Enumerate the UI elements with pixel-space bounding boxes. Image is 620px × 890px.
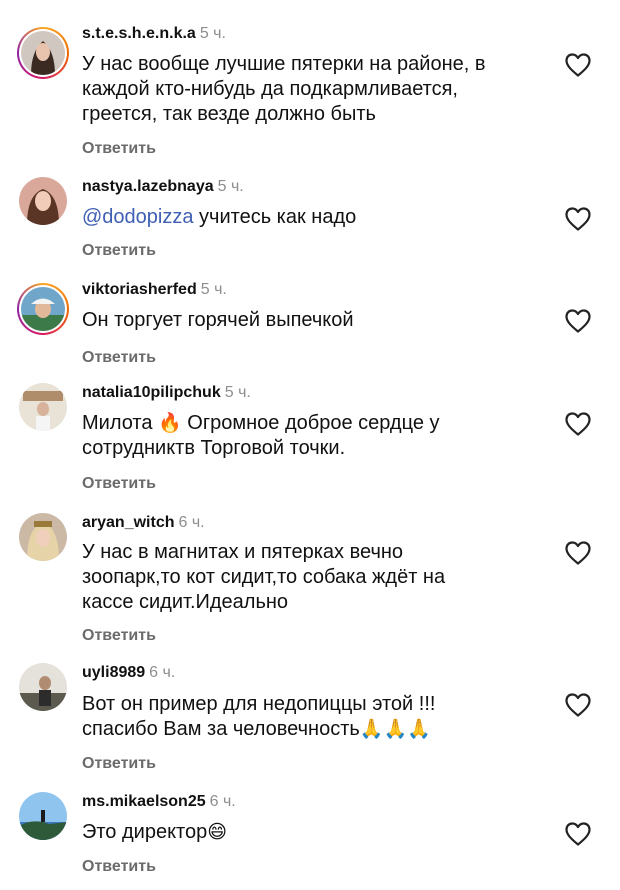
heart-icon[interactable] <box>564 821 592 847</box>
comment-meta: uyli8989 6 ч. <box>82 663 175 683</box>
avatar <box>21 31 65 75</box>
reply-button[interactable]: Ответить <box>82 348 156 368</box>
username[interactable]: viktoriasherfed <box>82 281 197 298</box>
username[interactable]: natalia10pilipchuk <box>82 384 221 401</box>
heart-icon[interactable] <box>564 692 592 718</box>
heart-icon[interactable] <box>564 52 592 78</box>
timestamp: 5 ч. <box>224 384 251 401</box>
avatar <box>19 177 67 225</box>
reply-button[interactable]: Ответить <box>82 754 156 774</box>
comment-meta: viktoriasherfed 5 ч. <box>82 280 227 300</box>
pray-emoji-icon: 🙏🙏🙏 <box>359 718 431 740</box>
mention-link[interactable]: @dodopizza <box>82 206 193 228</box>
username[interactable]: aryan_witch <box>82 514 174 531</box>
username[interactable]: s.t.e.s.h.e.n.k.a <box>82 25 196 42</box>
story-ring[interactable] <box>17 283 69 335</box>
reply-button[interactable]: Ответить <box>82 857 156 877</box>
comment-meta: natalia10pilipchuk 5 ч. <box>82 383 251 403</box>
comment-text: Милота 🔥 Огромное доброе сердце у сотруд… <box>82 411 552 461</box>
timestamp: 6 ч. <box>149 664 176 681</box>
comment-meta: ms.mikaelson25 6 ч. <box>82 792 236 812</box>
timestamp: 5 ч. <box>200 281 227 298</box>
timestamp: 6 ч. <box>178 514 205 531</box>
comment-text: У нас в магнитах и пятерках вечно зоопар… <box>82 541 446 613</box>
comment-text: У нас вообще лучшие пятерки на районе, в… <box>82 53 486 125</box>
story-ring[interactable] <box>17 27 69 79</box>
comment-text: Вот он пример для недопиццы этой !!! спа… <box>82 692 552 742</box>
avatar <box>21 287 65 331</box>
timestamp: 5 ч. <box>217 178 244 195</box>
avatar-wrap[interactable] <box>17 661 69 713</box>
comment-text: Это директор😄 <box>82 820 552 845</box>
username[interactable]: uyli8989 <box>82 664 145 681</box>
comment-text-body: Это директор <box>82 821 208 843</box>
avatar <box>19 513 67 561</box>
reply-button[interactable]: Ответить <box>82 139 156 159</box>
username[interactable]: ms.mikaelson25 <box>82 793 206 810</box>
avatar-wrap[interactable] <box>17 175 69 227</box>
avatar-wrap[interactable] <box>17 381 69 433</box>
comment-meta: nastya.lazebnaya 5 ч. <box>82 177 244 197</box>
comment-meta: aryan_witch 6 ч. <box>82 513 205 533</box>
heart-icon[interactable] <box>564 540 592 566</box>
smile-emoji-icon: 😄 <box>207 821 228 843</box>
fire-emoji-icon: 🔥 <box>158 412 182 434</box>
avatar-wrap[interactable] <box>17 790 69 842</box>
heart-icon[interactable] <box>564 308 592 334</box>
comment-text-start: Милота <box>82 412 159 434</box>
reply-button[interactable]: Ответить <box>82 241 156 261</box>
timestamp: 5 ч. <box>199 25 226 42</box>
avatar <box>19 383 67 431</box>
reply-button[interactable]: Ответить <box>82 474 156 494</box>
heart-icon[interactable] <box>564 206 592 232</box>
avatar <box>19 663 67 711</box>
avatar <box>19 792 67 840</box>
avatar-wrap[interactable] <box>17 511 69 563</box>
comment-text: Он торгует горячей выпечкой <box>82 309 354 331</box>
reply-button[interactable]: Ответить <box>82 626 156 646</box>
comment-text-body: учитесь как надо <box>193 206 357 228</box>
timestamp: 6 ч. <box>209 793 236 810</box>
username[interactable]: nastya.lazebnaya <box>82 178 214 195</box>
comment-text: @dodopizza учитесь как надо <box>82 205 552 230</box>
comment-meta: s.t.e.s.h.e.n.k.a 5 ч. <box>82 24 226 44</box>
heart-icon[interactable] <box>564 411 592 437</box>
